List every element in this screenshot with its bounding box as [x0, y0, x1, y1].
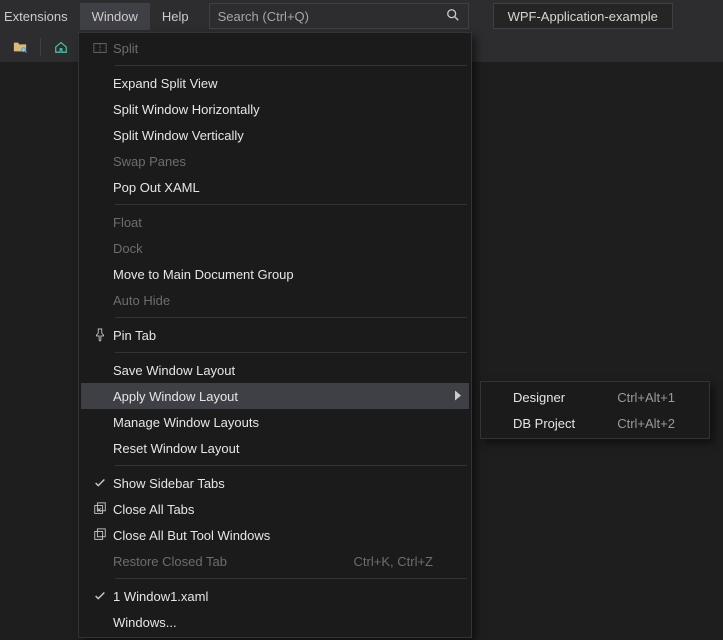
menu-auto-hide: Auto Hide: [81, 287, 469, 313]
search-box[interactable]: Search (Ctrl+Q): [209, 3, 469, 29]
close-all-but-tool-icon: [87, 528, 113, 542]
menu-manage-window-layouts[interactable]: Manage Window Layouts: [81, 409, 469, 435]
menu-separator: [115, 65, 467, 66]
close-all-tabs-icon: [87, 502, 113, 516]
menu-split-horizontally[interactable]: Split Window Horizontally: [81, 96, 469, 122]
split-icon: [87, 41, 113, 55]
menu-save-window-layout[interactable]: Save Window Layout: [81, 357, 469, 383]
menu-split: Split: [81, 35, 469, 61]
menu-separator: [115, 578, 467, 579]
shortcut-text: Ctrl+K, Ctrl+Z: [354, 554, 447, 569]
search-placeholder: Search (Ctrl+Q): [218, 9, 309, 24]
search-icon: [446, 8, 460, 25]
submenu-designer[interactable]: Designer Ctrl+Alt+1: [483, 384, 707, 410]
menu-dock: Dock: [81, 235, 469, 261]
menu-separator: [115, 465, 467, 466]
menu-window[interactable]: Window: [80, 3, 150, 30]
menu-separator: [115, 204, 467, 205]
menu-move-to-main-doc-group[interactable]: Move to Main Document Group: [81, 261, 469, 287]
menu-close-all-tabs[interactable]: Close All Tabs: [81, 496, 469, 522]
menubar: Extensions Window Help Search (Ctrl+Q) W…: [0, 0, 723, 32]
submenu-db-project[interactable]: DB Project Ctrl+Alt+2: [483, 410, 707, 436]
pin-icon: [87, 328, 113, 342]
open-folder-icon[interactable]: [10, 37, 30, 57]
menu-apply-window-layout[interactable]: Apply Window Layout: [81, 383, 469, 409]
checkmark-icon: [87, 589, 113, 603]
menu-expand-split-view[interactable]: Expand Split View: [81, 70, 469, 96]
home-icon[interactable]: [51, 37, 71, 57]
shortcut-text: Ctrl+Alt+1: [617, 390, 685, 405]
solution-context-title[interactable]: WPF-Application-example: [493, 3, 673, 29]
menu-window-1[interactable]: 1 Window1.xaml: [81, 583, 469, 609]
menu-pop-out-xaml[interactable]: Pop Out XAML: [81, 174, 469, 200]
menu-separator: [115, 317, 467, 318]
menu-float: Float: [81, 209, 469, 235]
toolbar-separator: [40, 38, 41, 56]
menu-swap-panes: Swap Panes: [81, 148, 469, 174]
menu-split-vertically[interactable]: Split Window Vertically: [81, 122, 469, 148]
menu-separator: [115, 352, 467, 353]
menu-extensions[interactable]: Extensions: [0, 3, 80, 30]
shortcut-text: Ctrl+Alt+2: [617, 416, 685, 431]
menu-windows[interactable]: Windows...: [81, 609, 469, 635]
window-menu: Split Expand Split View Split Window Hor…: [78, 32, 472, 638]
menu-restore-closed-tab: Restore Closed Tab Ctrl+K, Ctrl+Z: [81, 548, 469, 574]
menu-close-all-but-tool-windows[interactable]: Close All But Tool Windows: [81, 522, 469, 548]
submenu-arrow-icon: [455, 389, 461, 404]
menu-help[interactable]: Help: [150, 3, 201, 30]
checkmark-icon: [87, 476, 113, 490]
menu-reset-window-layout[interactable]: Reset Window Layout: [81, 435, 469, 461]
apply-window-layout-submenu: Designer Ctrl+Alt+1 DB Project Ctrl+Alt+…: [480, 381, 710, 439]
menu-show-sidebar-tabs[interactable]: Show Sidebar Tabs: [81, 470, 469, 496]
menu-pin-tab[interactable]: Pin Tab: [81, 322, 469, 348]
